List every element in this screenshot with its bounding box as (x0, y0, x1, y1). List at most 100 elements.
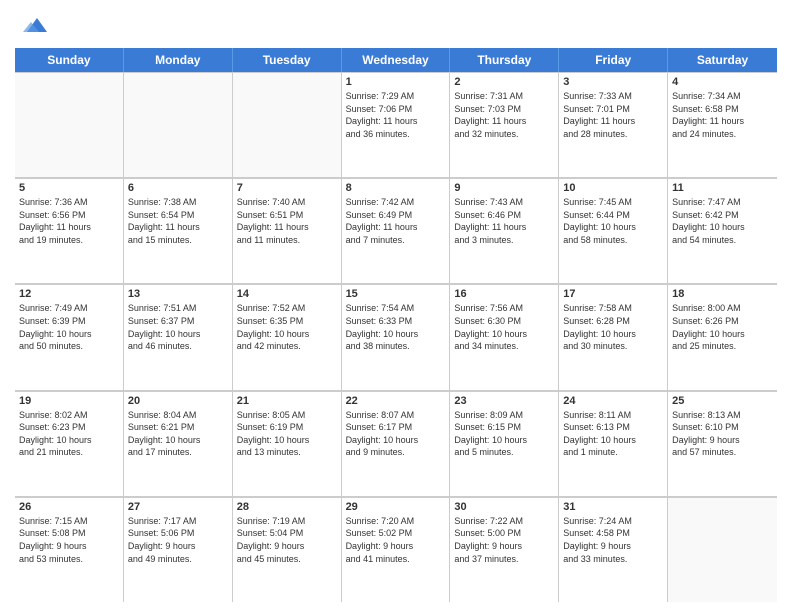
day-info: Sunrise: 8:00 AM Sunset: 6:26 PM Dayligh… (672, 302, 773, 352)
calendar-cell: 13 Sunrise: 7:51 AM Sunset: 6:37 PM Dayli… (124, 284, 233, 389)
calendar-cell: 3 Sunrise: 7:33 AM Sunset: 7:01 PM Daylig… (559, 72, 668, 177)
day-number: 3 (563, 76, 663, 88)
day-number: 5 (19, 182, 119, 194)
day-info: Sunrise: 7:51 AM Sunset: 6:37 PM Dayligh… (128, 302, 228, 352)
day-number: 21 (237, 395, 337, 407)
calendar-cell: 5 Sunrise: 7:36 AM Sunset: 6:56 PM Daylig… (15, 178, 124, 283)
day-number: 11 (672, 182, 773, 194)
day-number: 14 (237, 288, 337, 300)
calendar-cell: 20 Sunrise: 8:04 AM Sunset: 6:21 PM Dayli… (124, 391, 233, 496)
calendar-cell: 30 Sunrise: 7:22 AM Sunset: 5:00 PM Dayli… (450, 497, 559, 602)
day-number: 6 (128, 182, 228, 194)
day-number: 2 (454, 76, 554, 88)
calendar-cell: 16 Sunrise: 7:56 AM Sunset: 6:30 PM Dayli… (450, 284, 559, 389)
calendar-cell: 6 Sunrise: 7:38 AM Sunset: 6:54 PM Daylig… (124, 178, 233, 283)
day-number: 31 (563, 501, 663, 513)
day-number: 30 (454, 501, 554, 513)
calendar-cell: 1Sunrise: 7:29 AM Sunset: 7:06 PM Daylig… (342, 72, 451, 177)
day-info: Sunrise: 7:47 AM Sunset: 6:42 PM Dayligh… (672, 196, 773, 246)
calendar-cell: 2 Sunrise: 7:31 AM Sunset: 7:03 PM Daylig… (450, 72, 559, 177)
calendar-cell: 22Sunrise: 8:07 AM Sunset: 6:17 PM Dayli… (342, 391, 451, 496)
day-info: Sunrise: 7:20 AM Sunset: 5:02 PM Dayligh… (346, 515, 446, 565)
day-info: Sunrise: 7:43 AM Sunset: 6:46 PM Dayligh… (454, 196, 554, 246)
day-number: 15 (346, 288, 446, 300)
calendar-cell: 8 Sunrise: 7:42 AM Sunset: 6:49 PM Daylig… (342, 178, 451, 283)
day-number: 26 (19, 501, 119, 513)
calendar-cell: 28Sunrise: 7:19 AM Sunset: 5:04 PM Dayli… (233, 497, 342, 602)
calendar-cell: 10 Sunrise: 7:45 AM Sunset: 6:44 PM Dayli… (559, 178, 668, 283)
day-number: 19 (19, 395, 119, 407)
calendar-cell (668, 497, 777, 602)
day-info: Sunrise: 7:22 AM Sunset: 5:00 PM Dayligh… (454, 515, 554, 565)
day-info: Sunrise: 7:45 AM Sunset: 6:44 PM Dayligh… (563, 196, 663, 246)
day-info: Sunrise: 7:33 AM Sunset: 7:01 PM Dayligh… (563, 90, 663, 140)
day-info: Sunrise: 7:49 AM Sunset: 6:39 PM Dayligh… (19, 302, 119, 352)
header-day-monday: Monday (124, 48, 233, 72)
calendar-cell: 18Sunrise: 8:00 AM Sunset: 6:26 PM Dayli… (668, 284, 777, 389)
day-number: 25 (672, 395, 773, 407)
day-info: Sunrise: 8:05 AM Sunset: 6:19 PM Dayligh… (237, 409, 337, 459)
calendar-cell: 21 Sunrise: 8:05 AM Sunset: 6:19 PM Dayli… (233, 391, 342, 496)
day-info: Sunrise: 7:17 AM Sunset: 5:06 PM Dayligh… (128, 515, 228, 565)
day-info: Sunrise: 7:54 AM Sunset: 6:33 PM Dayligh… (346, 302, 446, 352)
day-info: Sunrise: 8:09 AM Sunset: 6:15 PM Dayligh… (454, 409, 554, 459)
calendar-cell: 26 Sunrise: 7:15 AM Sunset: 5:08 PM Dayli… (15, 497, 124, 602)
calendar-cell: 29 Sunrise: 7:20 AM Sunset: 5:02 PM Dayli… (342, 497, 451, 602)
header-day-thursday: Thursday (450, 48, 559, 72)
calendar-row-1: 1Sunrise: 7:29 AM Sunset: 7:06 PM Daylig… (15, 72, 777, 178)
day-info: Sunrise: 8:13 AM Sunset: 6:10 PM Dayligh… (672, 409, 773, 459)
logo-icon (19, 10, 49, 40)
day-number: 4 (672, 76, 773, 88)
calendar-cell: 31Sunrise: 7:24 AM Sunset: 4:58 PM Dayli… (559, 497, 668, 602)
day-number: 22 (346, 395, 446, 407)
calendar-cell: 23 Sunrise: 8:09 AM Sunset: 6:15 PM Dayli… (450, 391, 559, 496)
day-info: Sunrise: 8:04 AM Sunset: 6:21 PM Dayligh… (128, 409, 228, 459)
calendar-cell: 17Sunrise: 7:58 AM Sunset: 6:28 PM Dayli… (559, 284, 668, 389)
day-info: Sunrise: 7:58 AM Sunset: 6:28 PM Dayligh… (563, 302, 663, 352)
calendar-body: 1Sunrise: 7:29 AM Sunset: 7:06 PM Daylig… (15, 72, 777, 602)
day-info: Sunrise: 7:34 AM Sunset: 6:58 PM Dayligh… (672, 90, 773, 140)
day-info: Sunrise: 7:42 AM Sunset: 6:49 PM Dayligh… (346, 196, 446, 246)
day-number: 29 (346, 501, 446, 513)
day-number: 7 (237, 182, 337, 194)
day-number: 16 (454, 288, 554, 300)
day-number: 27 (128, 501, 228, 513)
calendar-cell (15, 72, 124, 177)
calendar-header: SundayMondayTuesdayWednesdayThursdayFrid… (15, 48, 777, 72)
header-day-tuesday: Tuesday (233, 48, 342, 72)
day-info: Sunrise: 7:38 AM Sunset: 6:54 PM Dayligh… (128, 196, 228, 246)
day-number: 28 (237, 501, 337, 513)
calendar-cell: 25 Sunrise: 8:13 AM Sunset: 6:10 PM Dayli… (668, 391, 777, 496)
calendar-cell: 9 Sunrise: 7:43 AM Sunset: 6:46 PM Daylig… (450, 178, 559, 283)
day-info: Sunrise: 7:29 AM Sunset: 7:06 PM Dayligh… (346, 90, 446, 140)
day-info: Sunrise: 7:56 AM Sunset: 6:30 PM Dayligh… (454, 302, 554, 352)
day-number: 8 (346, 182, 446, 194)
calendar-cell: 11 Sunrise: 7:47 AM Sunset: 6:42 PM Dayli… (668, 178, 777, 283)
day-info: Sunrise: 7:36 AM Sunset: 6:56 PM Dayligh… (19, 196, 119, 246)
calendar-row-5: 26 Sunrise: 7:15 AM Sunset: 5:08 PM Dayli… (15, 497, 777, 602)
day-info: Sunrise: 7:40 AM Sunset: 6:51 PM Dayligh… (237, 196, 337, 246)
calendar-cell (233, 72, 342, 177)
calendar: SundayMondayTuesdayWednesdayThursdayFrid… (15, 48, 777, 602)
day-number: 23 (454, 395, 554, 407)
day-info: Sunrise: 8:02 AM Sunset: 6:23 PM Dayligh… (19, 409, 119, 459)
calendar-cell: 12Sunrise: 7:49 AM Sunset: 6:39 PM Dayli… (15, 284, 124, 389)
header-day-friday: Friday (559, 48, 668, 72)
day-number: 20 (128, 395, 228, 407)
day-number: 13 (128, 288, 228, 300)
day-number: 24 (563, 395, 663, 407)
calendar-cell: 27 Sunrise: 7:17 AM Sunset: 5:06 PM Dayli… (124, 497, 233, 602)
calendar-cell: 15 Sunrise: 7:54 AM Sunset: 6:33 PM Dayli… (342, 284, 451, 389)
header (15, 10, 777, 40)
calendar-row-2: 5 Sunrise: 7:36 AM Sunset: 6:56 PM Daylig… (15, 178, 777, 284)
day-number: 9 (454, 182, 554, 194)
day-info: Sunrise: 7:31 AM Sunset: 7:03 PM Dayligh… (454, 90, 554, 140)
header-day-sunday: Sunday (15, 48, 124, 72)
calendar-cell: 24 Sunrise: 8:11 AM Sunset: 6:13 PM Dayli… (559, 391, 668, 496)
day-info: Sunrise: 8:11 AM Sunset: 6:13 PM Dayligh… (563, 409, 663, 459)
header-day-wednesday: Wednesday (342, 48, 451, 72)
day-info: Sunrise: 7:15 AM Sunset: 5:08 PM Dayligh… (19, 515, 119, 565)
calendar-container: SundayMondayTuesdayWednesdayThursdayFrid… (0, 0, 792, 612)
calendar-cell: 14Sunrise: 7:52 AM Sunset: 6:35 PM Dayli… (233, 284, 342, 389)
day-number: 10 (563, 182, 663, 194)
